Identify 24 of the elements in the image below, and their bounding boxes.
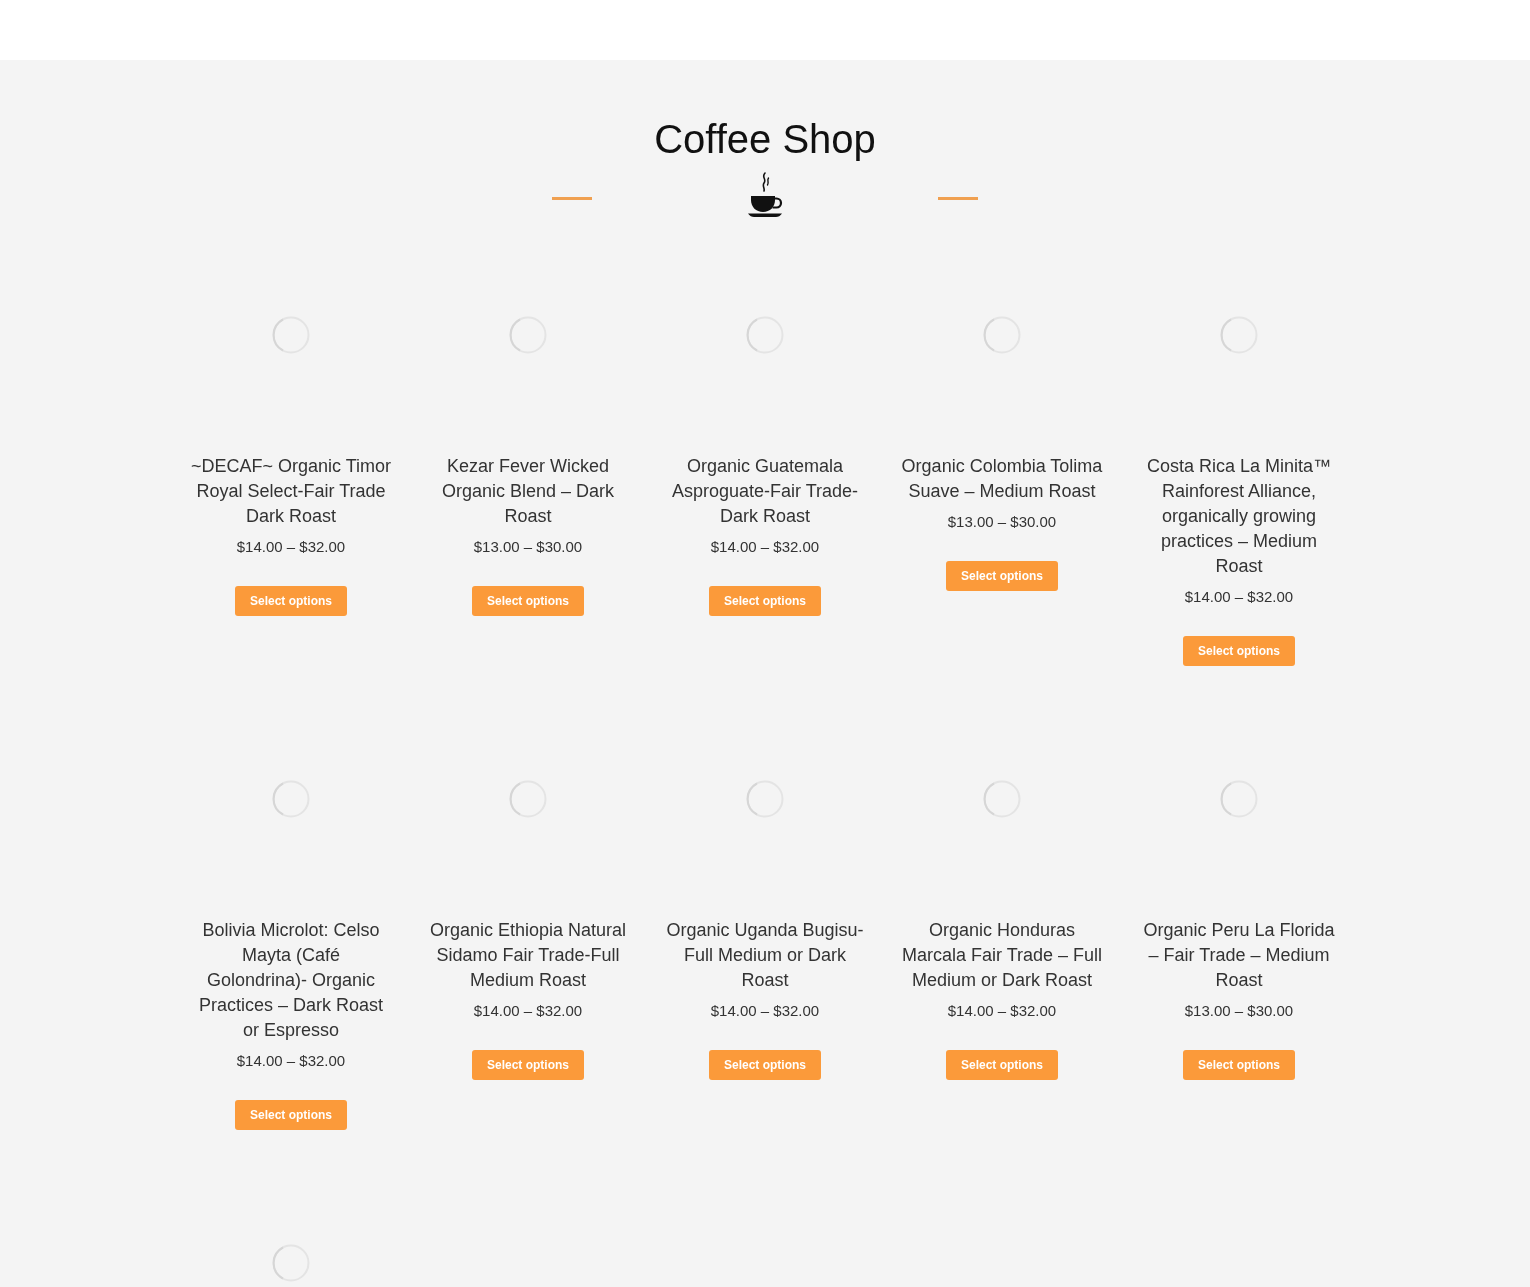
- product-title[interactable]: Costa Rica La Minita™ Rainforest Alliance, organically growing practices – Medium Roast: [1138, 454, 1340, 579]
- product-title[interactable]: Organic Uganda Bugisu-Full Medium or Dark Roast: [664, 918, 866, 993]
- section-title: Coffee Shop: [654, 116, 876, 163]
- coffee-cup-icon: [747, 172, 783, 218]
- product-title[interactable]: Organic Guatemala Asproguate-Fair Trade-Dark Roast: [664, 454, 866, 529]
- product-title[interactable]: Kezar Fever Wicked Organic Blend – Dark Roast: [427, 454, 629, 529]
- product-price: $13.00 – $30.00: [1184, 1001, 1294, 1021]
- product-price: $14.00 – $32.00: [710, 1001, 820, 1021]
- product-price: $14.00 – $32.00: [236, 537, 346, 557]
- product-title[interactable]: Organic Peru La Florida – Fair Trade – Medium Roast: [1138, 918, 1340, 993]
- title-divider-line: [552, 196, 592, 200]
- product-title[interactable]: Organic Ethiopia Natural Sidamo Fair Trade-Full Medium Roast: [427, 918, 629, 993]
- product-title[interactable]: Organic Honduras Marcala Fair Trade – Full Medium or Dark Roast: [901, 918, 1103, 993]
- product-price: $14.00 – $32.00: [947, 1001, 1057, 1021]
- product-title[interactable]: Organic Colombia Tolima Suave – Medium Roast: [901, 454, 1103, 504]
- product-price: $14.00 – $32.00: [710, 537, 820, 557]
- product-price: $13.00 – $30.00: [473, 537, 583, 557]
- product-title[interactable]: Bolivia Microlot: Celso Mayta (Café Golondrina)- Organic Practices – Dark Roast or Espresso: [190, 918, 392, 1043]
- product-price: $14.00 – $32.00: [473, 1001, 583, 1021]
- product-title[interactable]: ~DECAF~ Organic Timor Royal Select-Fair Trade Dark Roast: [190, 454, 392, 529]
- title-divider-line: [938, 196, 978, 200]
- product-price: $13.00 – $30.00: [947, 512, 1057, 532]
- product-price: $14.00 – $32.00: [1184, 587, 1294, 607]
- product-price: $14.00 – $32.00: [236, 1051, 346, 1071]
